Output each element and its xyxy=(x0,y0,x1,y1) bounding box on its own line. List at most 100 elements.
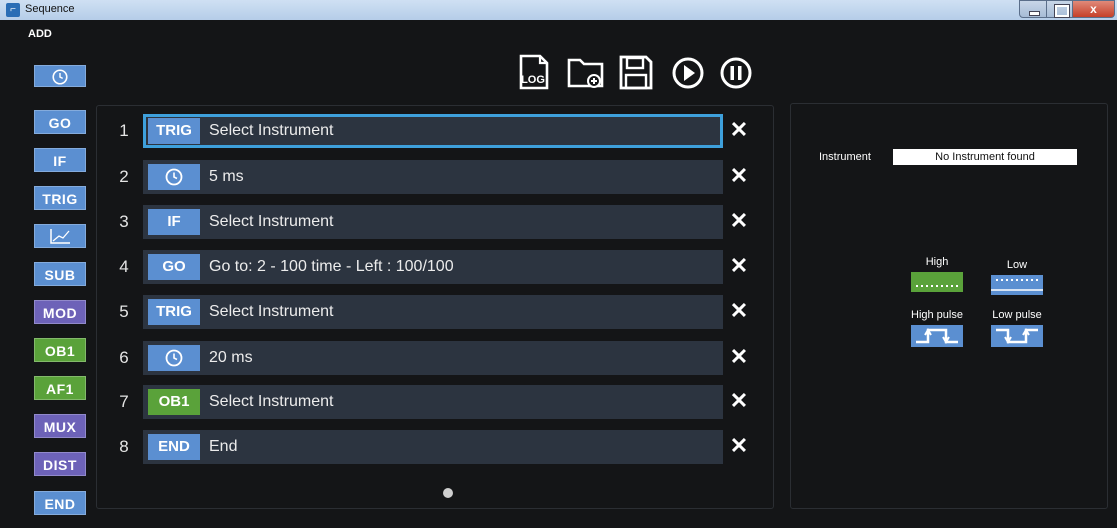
new-folder-icon xyxy=(567,58,604,88)
add-end-button[interactable]: END xyxy=(34,491,86,515)
play-button[interactable] xyxy=(670,52,706,92)
step-description: Select Instrument xyxy=(209,122,334,139)
instrument-panel: Instrument No Instrument found High Low … xyxy=(790,103,1108,509)
new-folder-button[interactable] xyxy=(566,52,604,92)
step-number: 4 xyxy=(119,257,129,276)
step-number: 1 xyxy=(119,121,129,140)
scroll-indicator[interactable] xyxy=(443,488,453,498)
step-type-badge: TRIG xyxy=(148,118,200,144)
delete-step-button[interactable]: ✕ xyxy=(729,389,749,413)
step-row[interactable]: 6 20 ms ✕ xyxy=(97,341,775,375)
step-row[interactable]: 7 OB1 Select Instrument ✕ xyxy=(97,385,775,419)
step-row[interactable]: 1 TRIG Select Instrument ✕ xyxy=(97,114,775,148)
low-control[interactable]: Low xyxy=(989,259,1045,299)
add-mod-button[interactable]: MOD xyxy=(34,300,86,324)
step-content[interactable]: TRIG Select Instrument xyxy=(143,295,723,329)
add-ob1-button[interactable]: OB1 xyxy=(34,338,86,362)
log-icon: LOG xyxy=(519,54,549,90)
clock-icon xyxy=(165,168,183,186)
delete-step-button[interactable]: ✕ xyxy=(729,254,749,278)
step-row[interactable]: 8 END End ✕ xyxy=(97,430,775,464)
sequence-list: 1 TRIG Select Instrument ✕ 2 5 ms ✕ 3 IF Select I… xyxy=(96,105,774,509)
step-number: 3 xyxy=(119,212,129,231)
window-controls: x xyxy=(1019,0,1115,18)
play-icon xyxy=(672,57,704,89)
step-description: End xyxy=(209,438,238,455)
step-type-wait xyxy=(148,345,200,371)
save-icon xyxy=(619,55,653,90)
delete-step-button[interactable]: ✕ xyxy=(729,118,749,142)
instrument-label: Instrument xyxy=(819,151,871,163)
add-trig-button[interactable]: TRIG xyxy=(34,186,86,210)
delete-step-button[interactable]: ✕ xyxy=(729,434,749,458)
step-content[interactable]: 20 ms xyxy=(143,341,723,375)
high-control[interactable]: High xyxy=(909,256,965,296)
low-label: Low xyxy=(1006,259,1028,271)
high-pulse-label: High pulse xyxy=(911,309,963,321)
maximize-button[interactable] xyxy=(1046,0,1073,18)
close-window-button[interactable]: x xyxy=(1072,0,1115,18)
add-go-button[interactable]: GO xyxy=(34,110,86,134)
high-pulse-control[interactable]: High pulse xyxy=(899,309,975,351)
step-content[interactable]: TRIG Select Instrument xyxy=(143,114,723,148)
step-description: 20 ms xyxy=(209,349,253,366)
step-row[interactable]: 2 5 ms ✕ xyxy=(97,160,775,194)
step-type-badge: OB1 xyxy=(148,389,200,415)
add-chart-button[interactable] xyxy=(34,224,86,248)
step-description: Select Instrument xyxy=(209,303,334,320)
delete-step-button[interactable]: ✕ xyxy=(729,164,749,188)
delete-step-button[interactable]: ✕ xyxy=(729,299,749,323)
step-content[interactable]: GO Go to: 2 - 100 time - Left : 100/100 xyxy=(143,250,723,284)
step-type-wait xyxy=(148,164,200,190)
delete-step-button[interactable]: ✕ xyxy=(729,209,749,233)
step-type-badge: IF xyxy=(148,209,200,235)
step-type-badge: END xyxy=(148,434,200,460)
step-content[interactable]: IF Select Instrument xyxy=(143,205,723,239)
app-icon: ⌐ xyxy=(6,3,20,17)
high-label: High xyxy=(925,256,949,268)
add-if-button[interactable]: IF xyxy=(34,148,86,172)
add-clock-button[interactable] xyxy=(34,65,86,87)
step-description: Go to: 2 - 100 time - Left : 100/100 xyxy=(209,258,454,275)
delete-step-button[interactable]: ✕ xyxy=(729,345,749,369)
add-af1-button[interactable]: AF1 xyxy=(34,376,86,400)
title-bar: ⌐ Sequence x xyxy=(0,0,1117,20)
instrument-select[interactable]: No Instrument found xyxy=(893,149,1077,165)
step-content[interactable]: OB1 Select Instrument xyxy=(143,385,723,419)
step-type-badge: GO xyxy=(148,254,200,280)
pause-icon xyxy=(720,57,752,89)
step-description: Select Instrument xyxy=(209,213,334,230)
step-row[interactable]: 3 IF Select Instrument ✕ xyxy=(97,205,775,239)
low-pulse-icon xyxy=(991,325,1043,347)
step-row[interactable]: 4 GO Go to: 2 - 100 time - Left : 100/100 ✕ xyxy=(97,250,775,284)
add-label: ADD xyxy=(28,28,52,40)
add-dist-button[interactable]: DIST xyxy=(34,452,86,476)
step-description: Select Instrument xyxy=(209,393,334,410)
log-button[interactable]: LOG xyxy=(516,52,552,92)
high-pulse-icon xyxy=(911,325,963,347)
low-pulse-label: Low pulse xyxy=(992,309,1042,321)
step-number: 8 xyxy=(119,437,129,456)
step-type-badge: TRIG xyxy=(148,299,200,325)
step-number: 6 xyxy=(119,348,129,367)
pause-button[interactable] xyxy=(718,52,754,92)
step-number: 2 xyxy=(119,167,129,186)
clock-icon xyxy=(165,349,183,367)
high-level-icon xyxy=(911,272,963,292)
sequence-window: ⌐ Sequence x ADD GO IF TRIG SUB MOD OB1 AF1 MUX… xyxy=(0,0,1117,528)
step-content[interactable]: END End xyxy=(143,430,723,464)
add-sub-button[interactable]: SUB xyxy=(34,262,86,286)
save-button[interactable] xyxy=(618,52,654,92)
low-pulse-control[interactable]: Low pulse xyxy=(981,309,1053,351)
minimize-button[interactable] xyxy=(1019,0,1047,18)
step-number: 5 xyxy=(119,302,129,321)
add-mux-button[interactable]: MUX xyxy=(34,414,86,438)
step-content[interactable]: 5 ms xyxy=(143,160,723,194)
window-title: Sequence xyxy=(25,3,75,15)
low-level-icon xyxy=(991,275,1043,295)
log-label: LOG xyxy=(521,74,545,86)
step-description: 5 ms xyxy=(209,168,244,185)
step-row[interactable]: 5 TRIG Select Instrument ✕ xyxy=(97,295,775,329)
step-number: 7 xyxy=(119,392,129,411)
chart-icon xyxy=(50,229,70,244)
